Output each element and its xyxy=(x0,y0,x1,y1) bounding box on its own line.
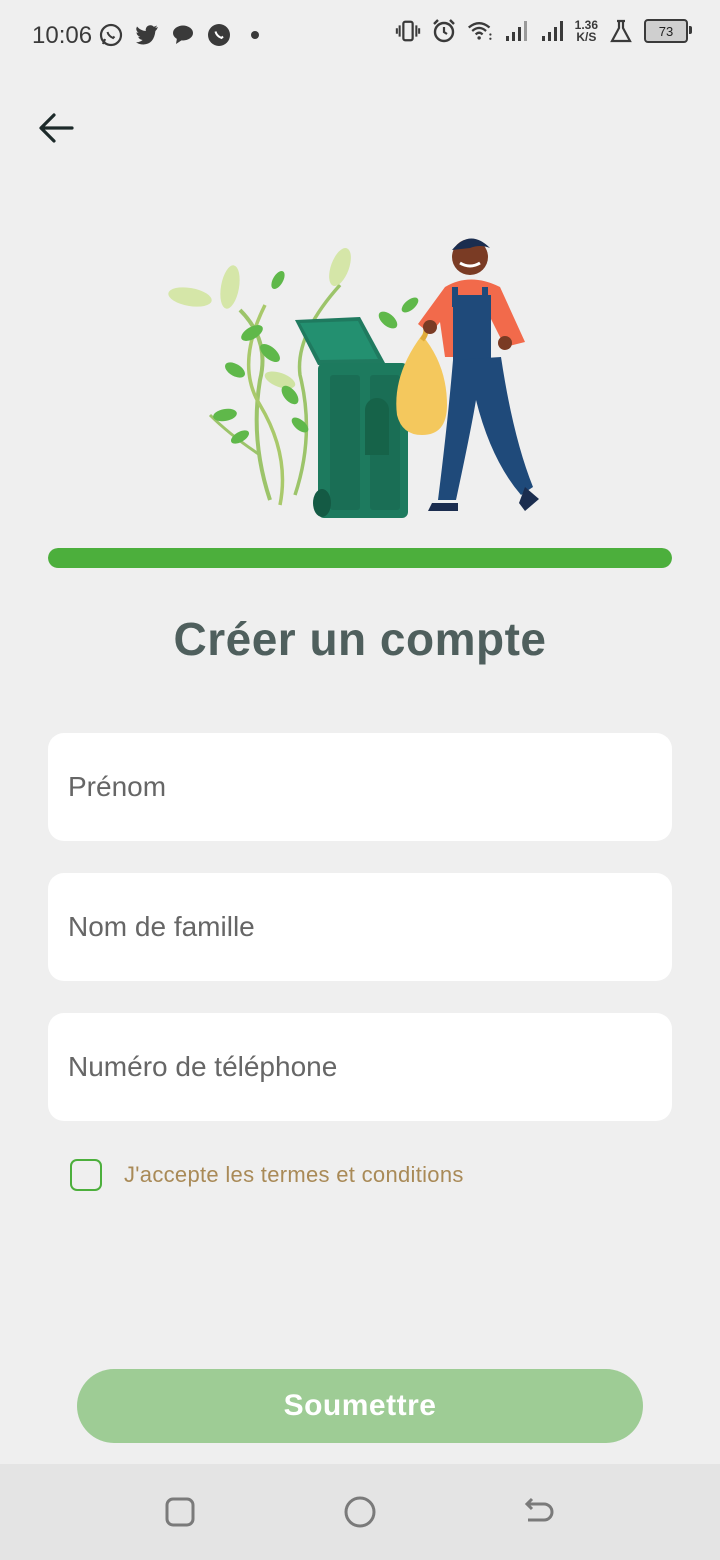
last-name-field-container xyxy=(48,873,672,981)
alarm-icon xyxy=(431,18,457,44)
system-back-button[interactable] xyxy=(521,1494,557,1530)
system-nav-bar xyxy=(0,1464,720,1560)
home-icon xyxy=(344,1496,376,1528)
network-speed-unit: K/S xyxy=(576,30,597,44)
status-time: 10:06 xyxy=(32,22,93,49)
submit-button[interactable]: Soumettre xyxy=(77,1369,643,1443)
phone-input[interactable] xyxy=(48,1013,672,1121)
network-speed: 1.36 K/S xyxy=(575,19,598,43)
first-name-field-container xyxy=(48,733,672,841)
recent-apps-button[interactable] xyxy=(162,1494,198,1530)
page-title: Créer un compte xyxy=(173,613,547,665)
phone-field-container xyxy=(48,1013,672,1121)
last-name-input[interactable] xyxy=(48,873,672,981)
home-button[interactable] xyxy=(342,1494,378,1530)
dot-icon xyxy=(242,22,268,48)
signal-icon xyxy=(539,18,565,44)
recent-apps-icon xyxy=(165,1497,195,1527)
whatsapp-icon xyxy=(98,22,124,48)
arrow-left-icon xyxy=(39,113,74,143)
first-name-input[interactable] xyxy=(48,733,672,841)
terms-checkbox[interactable] xyxy=(70,1159,102,1191)
signup-progress-bar xyxy=(48,548,672,568)
terms-row: J'accepte les termes et conditions xyxy=(70,1159,464,1191)
notification-icons xyxy=(98,22,268,48)
whatsapp-icon xyxy=(206,22,232,48)
back-icon xyxy=(524,1497,554,1522)
recycling-illustration xyxy=(160,225,560,525)
terms-label[interactable]: J'accepte les termes et conditions xyxy=(124,1162,464,1188)
garbage-bag-illustration xyxy=(396,318,447,435)
system-icons: 1.36 K/S 73 xyxy=(395,18,692,44)
wifi-icon xyxy=(467,18,493,44)
back-button[interactable] xyxy=(36,108,76,148)
chat-bubble-icon xyxy=(170,22,196,48)
twitter-icon xyxy=(134,22,160,48)
lab-flask-icon xyxy=(608,18,634,44)
battery-level: 73 xyxy=(658,23,674,39)
trash-bin-illustration xyxy=(295,317,408,518)
status-bar: 10:06 1.36 K/S 73 xyxy=(0,0,720,72)
vibrate-icon xyxy=(395,18,421,44)
signal-icon xyxy=(503,18,529,44)
progress-fill xyxy=(48,548,672,568)
battery-icon: 73 xyxy=(644,19,692,43)
